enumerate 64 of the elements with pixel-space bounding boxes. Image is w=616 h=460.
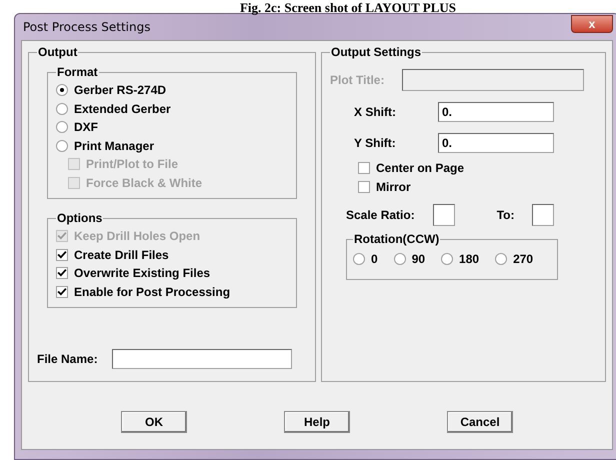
radio-button[interactable] xyxy=(441,253,454,266)
checkbox-option[interactable]: Enable for Post Processing xyxy=(56,282,286,301)
y-shift-field[interactable]: 0. xyxy=(438,133,554,153)
checkbox[interactable] xyxy=(358,162,370,174)
field-label: To: xyxy=(496,208,514,222)
dialog-button[interactable]: Cancel xyxy=(447,411,513,433)
checkbox-label: Mirror xyxy=(376,180,411,194)
radio-button[interactable] xyxy=(353,253,365,266)
group-title: Rotation(CCW) xyxy=(353,232,440,246)
radio-button[interactable] xyxy=(56,102,68,115)
radio-option[interactable]: Gerber RS-274D xyxy=(56,81,286,100)
field-label: File Name: xyxy=(37,352,98,366)
radio-label: 180 xyxy=(459,252,480,266)
group-title: Format xyxy=(56,65,99,79)
checkbox-label: Overwrite Existing Files xyxy=(74,266,210,280)
checkbox-label: Center on Page xyxy=(376,161,464,176)
dialog-button[interactable]: Help xyxy=(284,411,350,433)
checkbox-label: Keep Drill Holes Open xyxy=(74,229,200,244)
radio-button[interactable] xyxy=(495,253,508,266)
checkbox-label: Force Black & White xyxy=(86,176,202,190)
checkbox-option[interactable]: Overwrite Existing Files xyxy=(56,264,286,282)
field-label: Y Shift: xyxy=(354,136,397,150)
field-label: Plot Title: xyxy=(330,73,384,87)
checkbox[interactable] xyxy=(56,267,68,280)
dialog-button[interactable]: OK xyxy=(121,411,187,433)
checkbox-option[interactable]: Center on Page xyxy=(358,159,597,178)
checkbox-label: Print/Plot to File xyxy=(86,157,178,172)
field-label: Scale Ratio: xyxy=(346,208,415,222)
radio-label: DXF xyxy=(74,120,98,134)
radio-label: 0 xyxy=(371,252,378,266)
window-title: Post Process Settings xyxy=(22,20,150,34)
radio-option[interactable]: 90 xyxy=(394,250,426,268)
checkbox[interactable] xyxy=(56,286,68,298)
radio-label: Extended Gerber xyxy=(74,102,171,116)
field-label: X Shift: xyxy=(354,105,397,119)
radio-option[interactable]: Print Manager xyxy=(56,136,286,155)
radio-option[interactable]: DXF xyxy=(56,118,286,136)
radio-option[interactable]: 270 xyxy=(495,250,534,268)
group-title: Output xyxy=(37,45,78,59)
x-shift-field[interactable]: 0. xyxy=(438,102,554,122)
file-name-field[interactable] xyxy=(112,349,292,369)
group-title: Output Settings xyxy=(330,45,422,59)
checkbox[interactable] xyxy=(56,248,68,261)
scale-to-field[interactable] xyxy=(532,204,554,226)
close-button[interactable]: x xyxy=(571,15,613,33)
scale-ratio-field[interactable] xyxy=(432,204,455,226)
radio-label: Gerber RS-274D xyxy=(74,83,166,98)
checkbox-option[interactable]: Create Drill Files xyxy=(56,246,286,264)
radio-button[interactable] xyxy=(56,121,68,134)
radio-option[interactable]: 0 xyxy=(353,250,378,268)
radio-option[interactable]: 180 xyxy=(441,250,480,268)
radio-button[interactable] xyxy=(56,84,68,96)
checkbox-label: Create Drill Files xyxy=(74,248,169,262)
checkbox-option[interactable]: Mirror xyxy=(358,178,597,196)
checkbox[interactable] xyxy=(358,180,370,193)
group-title: Options xyxy=(56,211,104,225)
radio-label: 90 xyxy=(412,252,426,266)
radio-button[interactable] xyxy=(56,140,68,152)
figure-caption: Fig. 2c: Screen shot of LAYOUT PLUS xyxy=(238,0,458,13)
radio-label: 270 xyxy=(513,252,534,266)
radio-option[interactable]: Extended Gerber xyxy=(56,100,286,118)
checkbox-label: Enable for Post Processing xyxy=(74,284,230,299)
radio-label: Print Manager xyxy=(74,138,154,153)
radio-button[interactable] xyxy=(394,253,406,266)
